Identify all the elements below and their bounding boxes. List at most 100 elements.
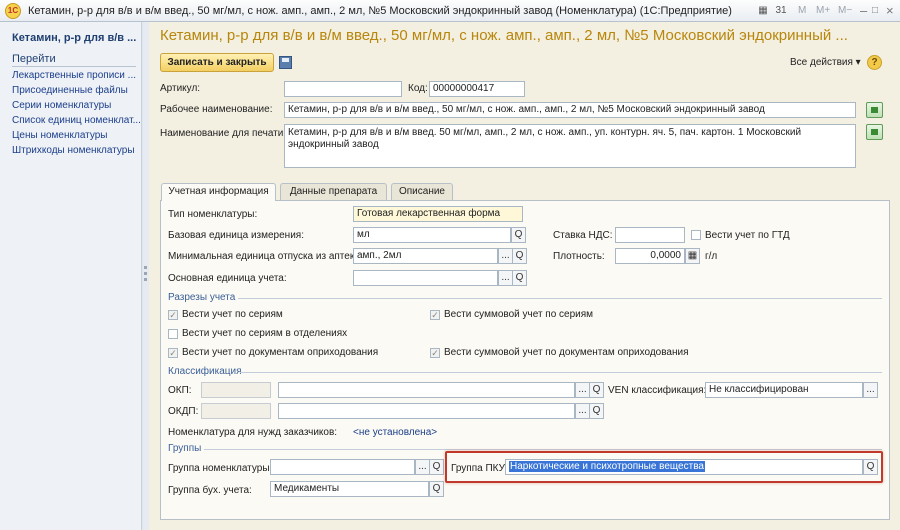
translate-icon[interactable]	[866, 124, 883, 140]
sum-series-checkbox[interactable]: ✓	[430, 310, 440, 320]
sidebar-section-goto: Перейти	[12, 53, 136, 67]
tab-description[interactable]: Описание	[391, 183, 453, 200]
ven-label: VEN классификация:	[608, 385, 707, 396]
series-departments-checkbox[interactable]	[168, 329, 178, 339]
navigation-panel: Кетамин, р-р для в/в ... Перейти Лекарст…	[0, 22, 142, 530]
main-unit-field[interactable]	[353, 270, 498, 286]
receipt-docs-label: Вести учет по документам оприходования	[182, 347, 379, 358]
app-logo-icon: 1C	[5, 3, 21, 19]
calendar-icon[interactable]: 31	[773, 3, 789, 19]
memory-button[interactable]: M	[798, 4, 806, 18]
base-unit-label: Базовая единица измерения:	[168, 230, 304, 241]
help-icon[interactable]: ?	[867, 55, 882, 70]
gtd-label: Вести учет по ГТД	[705, 230, 790, 241]
okdp-code-field[interactable]	[201, 403, 271, 419]
select-button[interactable]: ...	[863, 382, 878, 398]
search-icon[interactable]: Q	[863, 459, 878, 475]
series-label: Вести учет по сериям	[182, 309, 283, 320]
minimize-button[interactable]: –	[860, 4, 867, 18]
select-button[interactable]: ...	[498, 270, 513, 286]
groups-section-title: Группы	[168, 443, 202, 454]
calculator-icon[interactable]: ▦	[755, 3, 771, 19]
section-divider	[204, 449, 882, 450]
all-actions-menu[interactable]: Все действия ▾	[790, 57, 861, 68]
sidebar-item-prices[interactable]: Цены номенклатуры	[12, 130, 107, 141]
sum-receipt-docs-checkbox[interactable]: ✓	[430, 348, 440, 358]
okdp-label: ОКДП:	[168, 406, 199, 417]
print-name-label: Наименование для печати:	[160, 128, 287, 139]
gtd-checkbox[interactable]	[691, 230, 701, 240]
ven-field[interactable]: Не классифицирован	[705, 382, 863, 398]
pku-group-value: Наркотические и психотропные вещества	[509, 461, 705, 472]
section-divider	[238, 298, 882, 299]
window-title: Кетамин, р-р для в/в и в/м введ., 50 мг/…	[28, 5, 732, 17]
min-unit-label: Минимальная единица отпуска из аптеки:	[168, 251, 363, 262]
sum-series-label: Вести суммовой учет по сериям	[444, 309, 594, 320]
search-icon[interactable]: Q	[512, 248, 527, 264]
tab-accounting-info[interactable]: Учетная информация	[161, 183, 276, 201]
article-field[interactable]	[284, 81, 402, 97]
series-checkbox[interactable]: ✓	[168, 310, 178, 320]
print-name-field[interactable]: Кетамин, р-р для в/в и в/м введ. 50 мг/м…	[284, 124, 856, 168]
okp-label: ОКП:	[168, 385, 192, 396]
tab-drug-data[interactable]: Данные препарата	[280, 183, 387, 200]
pku-group-field[interactable]: Наркотические и психотропные вещества	[505, 459, 863, 475]
base-unit-field[interactable]: мл	[353, 227, 511, 243]
nom-type-field[interactable]: Готовая лекарственная форма	[353, 206, 523, 222]
sidebar-item-attached-files[interactable]: Присоединенные файлы	[12, 85, 128, 96]
work-name-field[interactable]: Кетамин, р-р для в/в и в/м введ., 50 мг/…	[284, 102, 856, 118]
okdp-field[interactable]	[278, 403, 575, 419]
search-icon[interactable]: Q	[511, 227, 526, 243]
memory-minus-button[interactable]: M−	[838, 4, 852, 18]
save-icon[interactable]	[279, 56, 292, 69]
close-button[interactable]: ×	[886, 4, 894, 18]
accounting-group-label: Группа бух. учета:	[168, 485, 252, 496]
receipt-docs-checkbox[interactable]: ✓	[168, 348, 178, 358]
save-and-close-button[interactable]: Записать и закрыть	[160, 53, 274, 72]
select-button[interactable]: ...	[498, 248, 513, 264]
search-icon[interactable]: Q	[429, 481, 444, 497]
page-title: Кетамин, р-р для в/в и в/м введ., 50 мг/…	[160, 27, 848, 44]
okp-code-field[interactable]	[201, 382, 271, 398]
okp-field[interactable]	[278, 382, 575, 398]
search-icon[interactable]: Q	[589, 382, 604, 398]
search-icon[interactable]: Q	[429, 459, 444, 475]
maximize-button[interactable]: □	[872, 4, 878, 18]
article-label: Артикул:	[160, 83, 201, 94]
sidebar-item-prescriptions[interactable]: Лекарственные прописи ...	[12, 70, 136, 81]
customer-needs-link[interactable]: <не установлена>	[353, 427, 437, 438]
min-unit-field[interactable]: амп., 2мл	[353, 248, 498, 264]
sidebar-item-barcodes[interactable]: Штрихкоды номенклатуры	[12, 145, 135, 156]
window-title-bar: 1C Кетамин, р-р для в/в и в/м введ., 50 …	[0, 0, 900, 22]
pku-group-label: Группа ПКУ:	[451, 463, 508, 474]
accounting-group-field[interactable]: Медикаменты	[270, 481, 429, 497]
density-field[interactable]: 0,0000	[615, 248, 685, 264]
select-button[interactable]: ...	[415, 459, 430, 475]
sidebar-item-series[interactable]: Серии номенклатуры	[12, 100, 111, 111]
density-label: Плотность:	[553, 251, 605, 262]
series-departments-label: Вести учет по сериям в отделениях	[182, 328, 348, 339]
sidebar-item-units[interactable]: Список единиц номенклат...	[12, 115, 141, 126]
vat-label: Ставка НДС:	[553, 230, 613, 241]
calculator-icon[interactable]: ▦	[685, 248, 700, 264]
breakdowns-section-title: Разрезы учета	[168, 292, 236, 303]
search-icon[interactable]: Q	[512, 270, 527, 286]
sidebar-title: Кетамин, р-р для в/в ...	[12, 32, 137, 44]
splitter-grip-icon	[144, 272, 147, 275]
splitter-grip-icon	[144, 278, 147, 281]
select-button[interactable]: ...	[575, 382, 590, 398]
work-name-label: Рабочее наименование:	[160, 104, 273, 115]
nom-group-field[interactable]	[270, 459, 415, 475]
memory-plus-button[interactable]: M+	[816, 4, 830, 18]
section-divider	[240, 372, 882, 373]
sum-receipt-docs-label: Вести суммовой учет по документам оприхо…	[444, 347, 689, 358]
select-button[interactable]: ...	[575, 403, 590, 419]
translate-icon[interactable]	[866, 102, 883, 118]
search-icon[interactable]: Q	[589, 403, 604, 419]
code-field[interactable]: 00000000417	[429, 81, 525, 97]
nom-type-label: Тип номенклатуры:	[168, 209, 258, 220]
customer-needs-label: Номенклатура для нужд заказчиков:	[168, 427, 338, 438]
classification-section-title: Классификация	[168, 366, 242, 377]
vat-field[interactable]	[615, 227, 685, 243]
main-unit-label: Основная единица учета:	[168, 273, 287, 284]
